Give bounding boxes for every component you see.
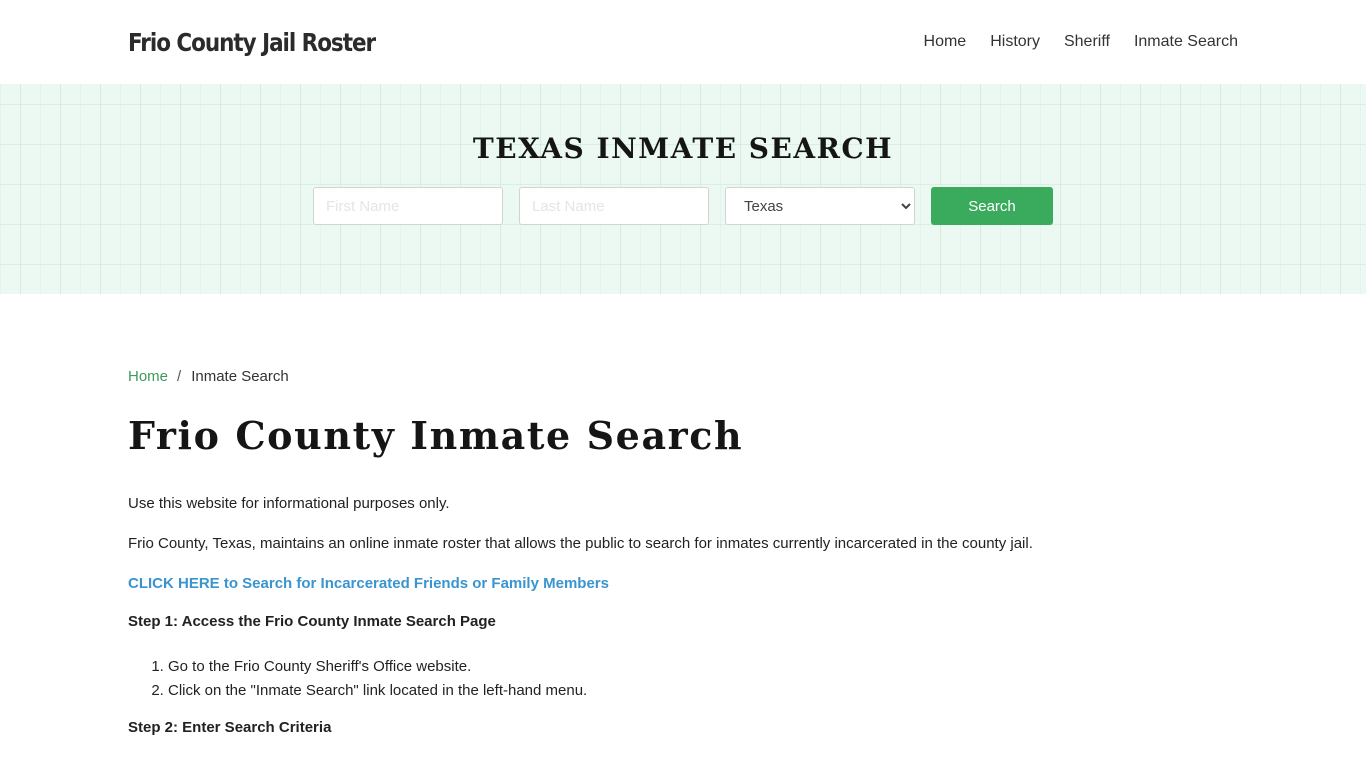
state-select[interactable]: Texas (725, 187, 915, 225)
search-cta-link[interactable]: CLICK HERE to Search for Incarcerated Fr… (128, 573, 1238, 595)
breadcrumb-current: Inmate Search (191, 368, 289, 385)
nav-history[interactable]: History (990, 33, 1040, 51)
last-name-input[interactable] (519, 187, 709, 225)
hero-search-band: TEXAS INMATE SEARCH Texas Search (0, 84, 1366, 294)
disclaimer-text: Use this website for informational purpo… (128, 494, 450, 512)
step1-list: Go to the Frio County Sheriff's Office w… (128, 655, 1238, 703)
site-header: Frio County Jail Roster Home History She… (0, 0, 1366, 84)
breadcrumb-home[interactable]: Home (128, 368, 168, 385)
nav-inmate-search[interactable]: Inmate Search (1134, 33, 1238, 51)
hero-title: TEXAS INMATE SEARCH (472, 132, 894, 165)
step1-item: Go to the Frio County Sheriff's Office w… (168, 655, 1238, 679)
main-nav: Home History Sheriff Inmate Search (900, 33, 1238, 51)
page-title: Frio County Inmate Search (128, 413, 744, 458)
step2-heading: Step 2: Enter Search Criteria (128, 718, 332, 736)
main-content: Home / Inmate Search Frio County Inmate … (0, 294, 1366, 739)
step1-heading: Step 1: Access the Frio County Inmate Se… (128, 612, 496, 630)
nav-sheriff[interactable]: Sheriff (1064, 33, 1110, 51)
search-button[interactable]: Search (931, 187, 1053, 225)
first-name-input[interactable] (313, 187, 503, 225)
breadcrumb: Home / Inmate Search (128, 368, 1238, 385)
inmate-search-form: Texas Search (0, 187, 1366, 225)
site-logo-link[interactable]: Frio County Jail Roster (128, 28, 376, 57)
breadcrumb-separator: / (177, 368, 182, 385)
nav-home[interactable]: Home (924, 33, 967, 51)
step1-item: Click on the "Inmate Search" link locate… (168, 679, 1238, 703)
intro-text: Frio County, Texas, maintains an online … (128, 534, 1033, 552)
